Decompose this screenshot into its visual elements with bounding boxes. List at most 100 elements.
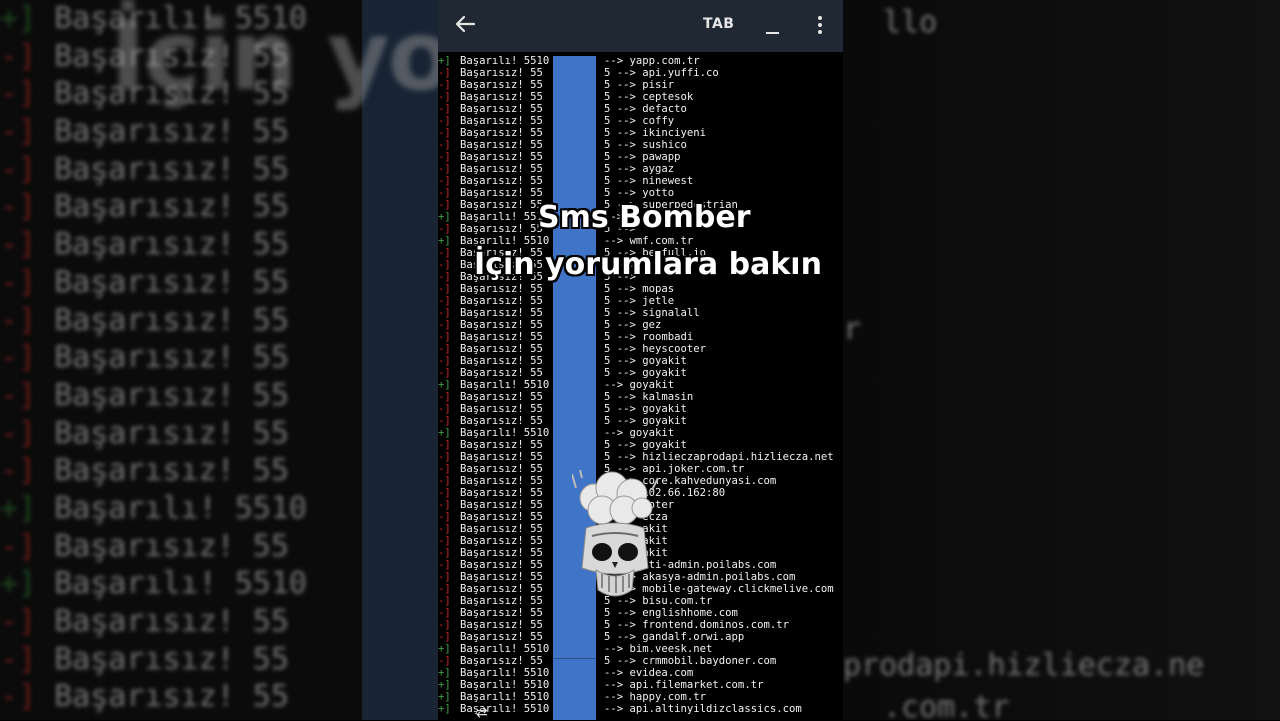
status-text: Başarısız! 55 [460, 367, 543, 379]
target-text: 5 --> ikinciyeni [604, 127, 707, 139]
fail-marker: -] [438, 199, 451, 211]
fail-marker: -] [438, 523, 451, 535]
terminal-row: -] Başarısız! 55 5 --> signalall [438, 307, 843, 319]
success-marker: +] [438, 703, 451, 715]
app-toolbar: TAB [438, 0, 843, 52]
status-text: Başarısız! 55 [460, 187, 543, 199]
terminal-row: -] Başarısız! 55 5 --> sushico [438, 139, 843, 151]
fail-marker: -] [438, 367, 451, 379]
status-text: Başarılı! 5510 [460, 427, 550, 439]
terminal-row: -] Başarısız! 55 5 --> goyakit [438, 403, 843, 415]
status-text: Başarısız! 55 [460, 355, 543, 367]
status-text: Başarılı! 5510 [460, 691, 550, 703]
terminal-row: +] Başarılı! 5510 --> api.altinyildizclass… [438, 703, 843, 715]
status-text: Başarısız! 55 [460, 151, 543, 163]
status-text: Başarısız! 55 [460, 295, 543, 307]
fail-marker: -] [438, 403, 451, 415]
target-text: 5 --> goyakit [604, 367, 687, 379]
success-marker: +] [438, 235, 451, 247]
fail-marker: -] [438, 343, 451, 355]
status-text: Başarısız! 55 [460, 283, 543, 295]
terminal-row: -] Başarısız! 55 5 --> jetle [438, 295, 843, 307]
fail-marker: -] [438, 583, 451, 595]
status-text: Başarısız! 55 [460, 511, 543, 523]
back-arrow-icon[interactable] [454, 13, 480, 39]
fail-marker: -] [438, 103, 451, 115]
terminal-row: -] Başarısız! 55 5 --> goyakit [438, 355, 843, 367]
fail-marker: -] [438, 91, 451, 103]
status-text: Başarısız! 55 [460, 331, 543, 343]
status-text: Başarısız! 55 [460, 391, 543, 403]
status-text: Başarısız! 55 [460, 175, 543, 187]
terminal-row: -] Başarısız! 55 5 --> pisir [438, 79, 843, 91]
status-text: Başarılı! 5510 [460, 679, 550, 691]
status-text: Başarısız! 55 [460, 559, 543, 571]
status-text: Başarısız! 55 [460, 403, 543, 415]
fail-marker: -] [438, 283, 451, 295]
status-text: Başarılı! 5510 [460, 235, 550, 247]
terminal-row: -] Başarısız! 55 5 --> crmmobil.baydoner.c… [438, 655, 843, 667]
minimize-icon[interactable] [765, 14, 781, 34]
status-text: Başarısız! 55 [460, 655, 543, 667]
success-marker: +] [438, 211, 451, 223]
status-text: Başarısız! 55 [460, 115, 543, 127]
target-text: 5 --> pawapp [604, 151, 681, 163]
status-text: Başarısız! 55 [460, 139, 543, 151]
terminal-row: -] Başarısız! 55 5 --> api.yuffi.co [438, 67, 843, 79]
target-text: 5 --> signalall [604, 307, 700, 319]
status-text: Başarısız! 55 [460, 163, 543, 175]
fail-marker: -] [438, 415, 451, 427]
fail-marker: -] [438, 475, 451, 487]
phone-screen: TAB +] Başarılı! 5510 --> yapp.com.tr -] Baş… [438, 0, 843, 720]
fail-marker: -] [438, 271, 451, 283]
background-ghost-text: prodapi.hizliecza.ne [843, 648, 1205, 683]
terminal-row: -] Başarısız! 55 5 --> goyakit [438, 439, 843, 451]
target-text: 5 --> api.yuffi.co [604, 67, 719, 79]
terminal-row: -] Başarısız! 55 5 --> hizlieczaprodapi.hi… [438, 451, 843, 463]
status-text: Başarısız! 55 [460, 619, 543, 631]
tab-button[interactable]: TAB [703, 16, 734, 32]
target-text: 5 --> yotto [604, 187, 675, 199]
target-text: 5 --> goyakit [604, 439, 687, 451]
overflow-menu-icon[interactable] [818, 16, 826, 36]
status-text: Başarısız! 55 [460, 199, 543, 211]
background-ghost-text: .com.tr [883, 690, 1010, 720]
status-text: Başarısız! 55 [460, 523, 543, 535]
status-text: Başarısız! 55 [460, 103, 543, 115]
terminal-row: -] Başarısız! 55 5 --> aygaz [438, 163, 843, 175]
status-text: Başarısız! 55 [460, 475, 543, 487]
fail-marker: -] [438, 391, 451, 403]
status-text: Başarısız! 55 [460, 487, 543, 499]
target-text: --> evidea.com [604, 667, 694, 679]
success-marker: +] [438, 643, 451, 655]
status-text: Başarısız! 55 [460, 319, 543, 331]
terminal-row: +] Başarılı! 5510 --> wmf.com.tr [438, 235, 843, 247]
fail-marker: -] [438, 79, 451, 91]
fail-marker: -] [438, 151, 451, 163]
target-text: --> api.altinyildizclassics.com [604, 703, 802, 715]
success-marker: +] [438, 427, 451, 439]
swap-icon: ⇄ [476, 705, 488, 721]
terminal-row: +] Başarılı! 5510 --> api.filemarket.com.t… [438, 679, 843, 691]
terminal-row: -] Başarısız! 55 5 --> goyakit [438, 367, 843, 379]
fail-marker: -] [438, 115, 451, 127]
success-marker: +] [438, 667, 451, 679]
target-text: 5 --> goyakit [604, 415, 687, 427]
blue-selection-bar [553, 56, 596, 720]
status-text: Başarısız! 55 [460, 451, 543, 463]
fail-marker: -] [438, 223, 451, 235]
terminal-row: -] Başarısız! 55 5 --> defacto [438, 103, 843, 115]
terminal-row: -] Başarısız! 55 5 --> gandalf.orwi.app [438, 631, 843, 643]
status-text: Başarısız! 55 [460, 499, 543, 511]
target-text: 5 --> goyakit [604, 403, 687, 415]
status-text: Başarısız! 55 [460, 463, 543, 475]
fail-marker: -] [438, 511, 451, 523]
status-text: Başarısız! 55 [460, 79, 543, 91]
target-text: 5 --> crmmobil.baydoner.com [604, 655, 777, 667]
fail-marker: -] [438, 499, 451, 511]
status-text: Başarısız! 55 [460, 91, 543, 103]
target-text: 5 --> heyscooter [604, 343, 707, 355]
success-marker: +] [438, 55, 451, 67]
terminal-row: -] Başarısız! 55 5 --> coffy [438, 115, 843, 127]
terminal-row: -] Başarısız! 55 5 --> heyscooter [438, 343, 843, 355]
